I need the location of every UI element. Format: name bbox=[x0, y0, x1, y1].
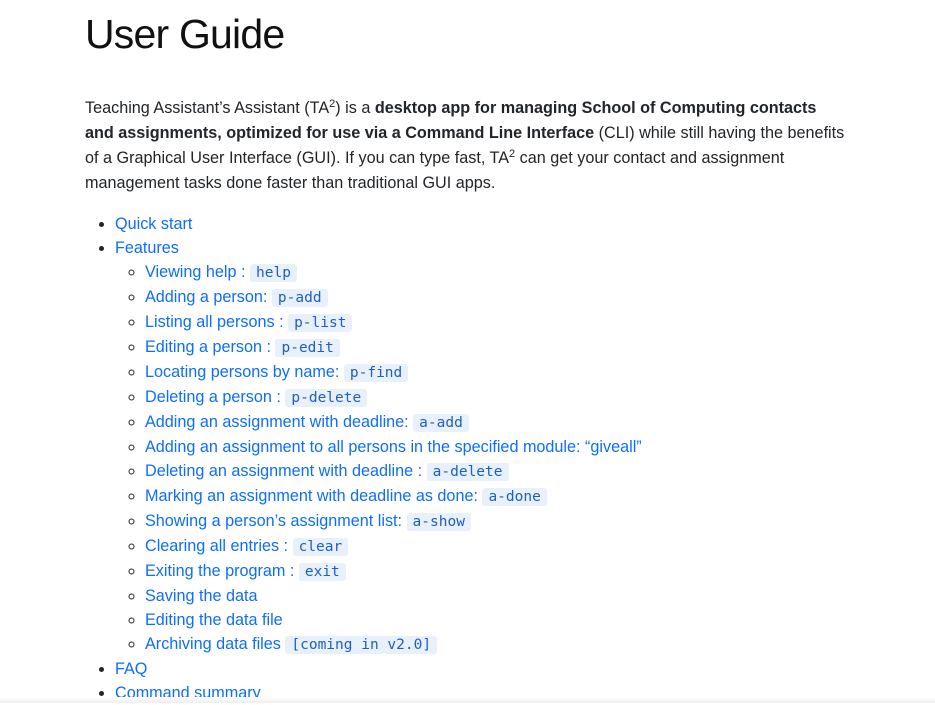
toc-feature-label: Locating persons by name: bbox=[145, 363, 344, 381]
features-sublist: Viewing help : help Adding a person: p-ad… bbox=[115, 260, 845, 657]
toc-feature-command: p-add bbox=[271, 289, 328, 307]
toc-feature-label: Archiving data files bbox=[145, 635, 286, 653]
intro-text-1: Teaching Assistant’s Assistant (TA bbox=[85, 99, 330, 117]
toc-feature-command: a-done bbox=[482, 488, 547, 506]
toc-feature-item: Exiting the program : exit bbox=[145, 559, 845, 584]
toc-feature-link[interactable]: Exiting the program : exit bbox=[145, 562, 346, 581]
toc-feature-item: Clearing all entries : clear bbox=[145, 534, 845, 559]
toc-feature-link[interactable]: Clearing all entries : clear bbox=[145, 537, 349, 556]
toc-feature-label: Deleting a person : bbox=[145, 388, 286, 406]
toc-feature-item: Adding an assignment to all persons in t… bbox=[145, 435, 845, 459]
toc-feature-command: p-edit bbox=[275, 339, 340, 357]
toc-feature-label: Exiting the program : bbox=[145, 562, 299, 580]
toc-feature-link[interactable]: Listing all persons : p-list bbox=[145, 313, 353, 332]
toc-feature-link[interactable]: Showing a person’s assignment list: a-sh… bbox=[145, 512, 471, 531]
toc-feature-command: a-show bbox=[406, 513, 471, 531]
toc-feature-item: Editing a person : p-edit bbox=[145, 335, 845, 360]
page-title: User Guide bbox=[85, 11, 285, 57]
toc-link-faq[interactable]: FAQ bbox=[115, 660, 147, 678]
toc-feature-link[interactable]: Locating persons by name: p-find bbox=[145, 363, 409, 382]
toc-feature-label: Saving the data bbox=[145, 587, 258, 605]
table-of-contents: Quick start Features Viewing help : help… bbox=[85, 212, 845, 705]
toc-feature-command: p-list bbox=[288, 314, 353, 332]
toc-item-faq: FAQ bbox=[115, 657, 845, 681]
toc-feature-item: Deleting an assignment with deadline : a… bbox=[145, 459, 845, 484]
bottom-edge-shadow bbox=[0, 697, 935, 703]
toc-feature-command: help bbox=[250, 264, 297, 282]
toc-feature-link[interactable]: Deleting a person : p-delete bbox=[145, 388, 368, 407]
toc-feature-item: Deleting a person : p-delete bbox=[145, 385, 845, 410]
toc-feature-link[interactable]: Deleting an assignment with deadline : a… bbox=[145, 462, 509, 481]
toc-feature-command: clear bbox=[292, 538, 349, 556]
toc-feature-item: Viewing help : help bbox=[145, 260, 845, 285]
toc-feature-command: a-add bbox=[413, 414, 469, 432]
toc-item-features: Features Viewing help : help Adding a per… bbox=[115, 236, 845, 657]
toc-feature-item: Locating persons by name: p-find bbox=[145, 360, 845, 385]
toc-feature-label: Adding an assignment with deadline: bbox=[145, 413, 414, 431]
toc-feature-item: Archiving data files [coming in v2.0] bbox=[145, 632, 845, 657]
toc-feature-label: Adding an assignment to all persons in t… bbox=[145, 438, 642, 456]
toc-feature-command: a-delete bbox=[426, 463, 509, 481]
intro-text-2: ) is a bbox=[335, 99, 375, 117]
toc-feature-label: Editing the data file bbox=[145, 611, 283, 629]
toc-feature-link[interactable]: Adding an assignment with deadline: a-ad… bbox=[145, 413, 469, 432]
toc-feature-item: Listing all persons : p-list bbox=[145, 310, 845, 335]
toc-feature-command: p-find bbox=[343, 364, 409, 382]
toc-feature-label: Clearing all entries : bbox=[145, 537, 293, 555]
toc-feature-item: Saving the data bbox=[145, 584, 845, 608]
toc-feature-label: Editing a person : bbox=[145, 338, 276, 356]
toc-feature-command: exit bbox=[298, 563, 346, 581]
toc-feature-label: Marking an assignment with deadline as d… bbox=[145, 487, 483, 505]
toc-feature-item: Adding an assignment with deadline: a-ad… bbox=[145, 410, 845, 435]
toc-item-quick-start: Quick start bbox=[115, 212, 845, 236]
toc-feature-link[interactable]: Marking an assignment with deadline as d… bbox=[145, 487, 547, 506]
toc-feature-label: Showing a person’s assignment list: bbox=[145, 512, 407, 530]
toc-feature-item: Showing a person’s assignment list: a-sh… bbox=[145, 509, 845, 534]
toc-feature-label: Viewing help : bbox=[145, 263, 250, 281]
toc-feature-link[interactable]: Archiving data files [coming in v2.0] bbox=[145, 635, 438, 654]
toc-link-features[interactable]: Features bbox=[115, 239, 179, 257]
toc-feature-label: Deleting an assignment with deadline : bbox=[145, 462, 427, 480]
toc-feature-command: p-delete bbox=[285, 389, 368, 407]
toc-feature-item: Adding a person: p-add bbox=[145, 285, 845, 310]
toc-link-quick-start[interactable]: Quick start bbox=[115, 215, 192, 233]
toc-feature-link[interactable]: Saving the data bbox=[145, 587, 258, 605]
page-content: User Guide Teaching Assistant’s Assistan… bbox=[85, 0, 845, 705]
toc-feature-link[interactable]: Viewing help : help bbox=[145, 263, 297, 282]
toc-feature-item: Editing the data file bbox=[145, 608, 845, 632]
toc-feature-link[interactable]: Adding a person: p-add bbox=[145, 288, 328, 307]
toc-feature-link[interactable]: Editing the data file bbox=[145, 611, 283, 629]
toc-feature-item: Marking an assignment with deadline as d… bbox=[145, 484, 845, 509]
toc-feature-label: Adding a person: bbox=[145, 288, 272, 306]
toc-feature-label: Listing all persons : bbox=[145, 313, 289, 331]
toc-feature-link[interactable]: Editing a person : p-edit bbox=[145, 338, 340, 357]
intro-paragraph: Teaching Assistant’s Assistant (TA2) is … bbox=[85, 96, 845, 196]
toc-feature-command: [coming in v2.0] bbox=[285, 636, 438, 654]
toc-feature-link[interactable]: Adding an assignment to all persons in t… bbox=[145, 438, 642, 456]
